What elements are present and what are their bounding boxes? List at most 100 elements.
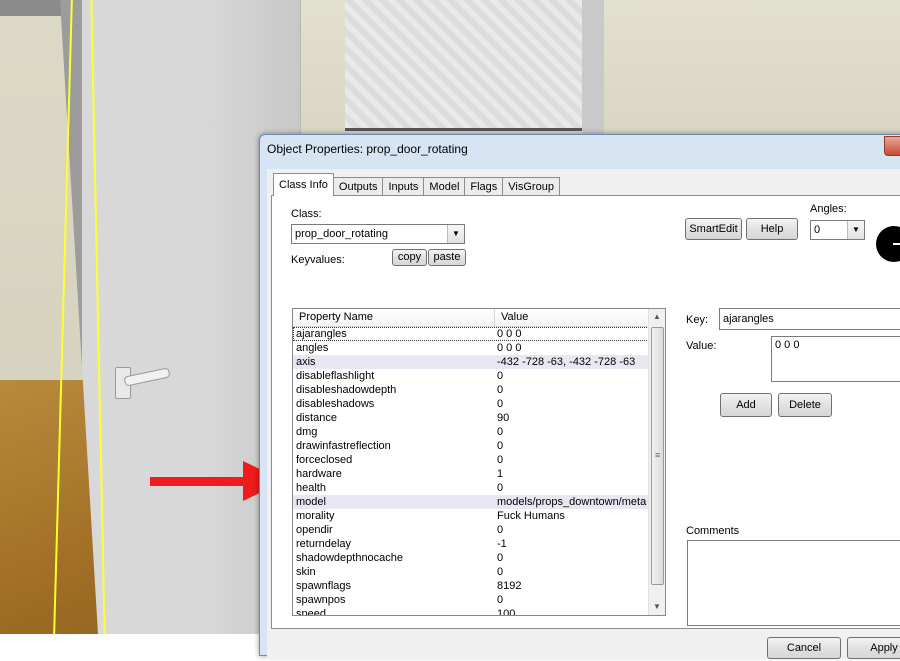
list-header: Property Name Value	[293, 309, 649, 327]
row-key: drawinfastreflection	[296, 440, 391, 452]
list-row[interactable]: morality Fuck Humans	[293, 509, 649, 523]
row-key: dmg	[296, 426, 318, 438]
row-key: disableshadowdepth	[296, 384, 397, 396]
comments-field[interactable]	[687, 540, 900, 626]
row-value: 100	[497, 608, 516, 616]
row-value: 0	[497, 398, 504, 410]
list-row[interactable]: disableshadowdepth 0	[293, 383, 649, 397]
list-row[interactable]: returndelay -1	[293, 537, 649, 551]
tab-inputs[interactable]: Inputs	[382, 177, 425, 196]
list-row[interactable]: spawnflags 8192	[293, 579, 649, 593]
row-key: spawnflags	[296, 580, 352, 592]
angle-dial[interactable]	[876, 226, 900, 262]
keyvalues-list[interactable]: Property Name Value ajarangles 0 0 0 angl…	[292, 308, 666, 616]
list-row[interactable]: drawinfastreflection 0	[293, 439, 649, 453]
row-key: spawnpos	[296, 594, 346, 606]
cancel-button[interactable]: Cancel	[767, 637, 841, 659]
angle-needle	[893, 243, 900, 245]
row-key: shadowdepthnocache	[296, 552, 404, 564]
list-row[interactable]: angles 0 0 0	[293, 341, 649, 355]
row-value: 0	[497, 370, 504, 382]
keyvalues-label: Keyvalues:	[291, 254, 345, 266]
row-key: angles	[296, 342, 329, 354]
smartedit-button[interactable]: SmartEdit	[685, 218, 742, 240]
angles-value: 0	[814, 224, 821, 236]
class-value: prop_door_rotating	[295, 228, 388, 240]
red-arrow	[150, 477, 245, 486]
value-field[interactable]: 0 0 0	[771, 336, 900, 382]
list-row[interactable]: spawnpos 0	[293, 593, 649, 607]
dialog-client: Class Info Outputs Inputs Model Flags Vi…	[267, 169, 900, 659]
chevron-down-icon[interactable]: ▼	[447, 225, 464, 243]
list-row[interactable]: hardware 1	[293, 467, 649, 481]
tab-outputs[interactable]: Outputs	[332, 177, 384, 196]
list-scrollbar[interactable]: ▲ ≡ ▼	[648, 309, 665, 615]
tab-flags[interactable]: Flags	[464, 177, 504, 196]
row-key: speed	[296, 608, 326, 616]
scroll-thumb[interactable]: ≡	[651, 327, 664, 585]
tab-visgroup[interactable]: VisGroup	[502, 177, 560, 196]
row-key: disableflashlight	[296, 370, 375, 382]
class-info-page: Class: prop_door_rotating ▼ Keyvalues: c…	[271, 195, 900, 629]
row-key: hardware	[296, 468, 342, 480]
list-rows: ajarangles 0 0 0 angles 0 0 0 axis -432 -72…	[293, 327, 649, 616]
help-button[interactable]: Help	[746, 218, 798, 240]
list-row[interactable]: opendir 0	[293, 523, 649, 537]
list-row[interactable]: speed 100	[293, 607, 649, 616]
list-row[interactable]: forceclosed 0	[293, 453, 649, 467]
key-label: Key:	[686, 314, 709, 326]
list-row[interactable]: shadowdepthnocache 0	[293, 551, 649, 565]
row-value: -1	[497, 538, 507, 550]
class-combobox[interactable]: prop_door_rotating ▼	[291, 224, 465, 244]
add-button[interactable]: Add	[720, 393, 772, 417]
copy-button[interactable]: copy	[392, 249, 427, 266]
delete-button[interactable]: Delete	[778, 393, 832, 417]
tab-class-info[interactable]: Class Info	[273, 173, 334, 196]
paste-button[interactable]: paste	[428, 249, 466, 266]
list-row[interactable]: axis -432 -728 -63, -432 -728 -63	[293, 355, 649, 369]
row-key: disableshadows	[296, 398, 375, 410]
object-properties-dialog: Object Properties: prop_door_rotating ✕ …	[259, 134, 900, 659]
key-field[interactable]	[719, 308, 900, 330]
list-row[interactable]: health 0	[293, 481, 649, 495]
angles-combobox[interactable]: 0 ▼	[810, 220, 865, 240]
comments-label: Comments	[686, 525, 740, 537]
list-row[interactable]: disableshadows 0	[293, 397, 649, 411]
ceiling-opening	[345, 0, 585, 131]
dialog-title: Object Properties: prop_door_rotating	[267, 142, 468, 156]
row-key: axis	[296, 356, 316, 368]
row-key: distance	[296, 412, 337, 424]
row-key: model	[296, 496, 326, 508]
list-row[interactable]: skin 0	[293, 565, 649, 579]
list-row-ajarangles[interactable]: ajarangles 0 0 0	[293, 327, 649, 341]
row-value: 0	[497, 454, 504, 466]
row-key: skin	[296, 566, 316, 578]
column-property-name[interactable]: Property Name	[293, 309, 495, 326]
value-label: Value:	[686, 340, 717, 352]
pillar-right	[582, 0, 604, 150]
row-value: 0	[497, 384, 504, 396]
row-value: models/props_downtown/meta	[497, 496, 647, 508]
column-value[interactable]: Value	[495, 309, 649, 326]
row-value: 0	[497, 566, 504, 578]
row-value: 0	[497, 440, 504, 452]
row-value: 1	[497, 468, 504, 480]
row-key: returndelay	[296, 538, 352, 550]
row-key: opendir	[296, 524, 333, 536]
grip-icon: ≡	[655, 450, 661, 460]
chevron-down-icon[interactable]: ▼	[847, 221, 864, 239]
apply-button[interactable]: Apply	[847, 637, 900, 659]
row-value: 0	[497, 426, 504, 438]
list-row[interactable]: distance 90	[293, 411, 649, 425]
close-button[interactable]: ✕	[884, 136, 900, 156]
list-row[interactable]: disableflashlight 0	[293, 369, 649, 383]
scroll-down-icon[interactable]: ▼	[649, 599, 665, 615]
list-row[interactable]: dmg 0	[293, 425, 649, 439]
row-value: 0	[497, 594, 504, 606]
list-row[interactable]: model models/props_downtown/meta	[293, 495, 649, 509]
row-value: 0 0 0	[497, 328, 522, 340]
tab-model[interactable]: Model	[423, 177, 466, 196]
scroll-up-icon[interactable]: ▲	[649, 309, 665, 325]
row-key: ajarangles	[296, 328, 347, 340]
row-value: 0	[497, 482, 504, 494]
